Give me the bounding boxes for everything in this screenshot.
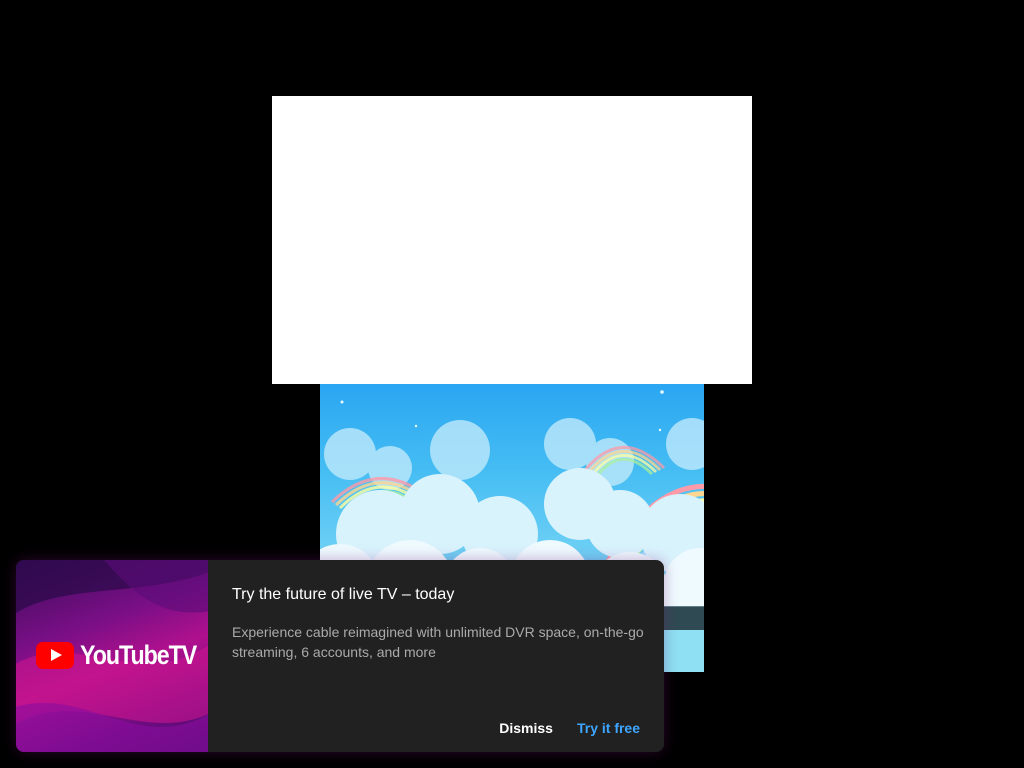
try-it-free-button[interactable]: Try it free [577,720,640,736]
promo-description: Experience cable reimagined with unlimit… [232,624,644,660]
youtube-tv-logo: YouTubeTV [36,640,208,671]
youtube-tv-promo-card: YouTubeTV Try the future of live TV – to… [16,560,664,752]
promo-artwork: YouTubeTV [16,560,208,752]
promo-title: Try the future of live TV – today [232,586,455,603]
promo-actions: Dismiss Try it free [499,720,640,736]
promo-content: Try the future of live TV – today Experi… [232,560,644,752]
blank-white-panel [272,96,752,384]
page: YouTubeTV Try the future of live TV – to… [0,0,1024,768]
logo-wordmark: YouTubeTV [80,640,197,670]
dismiss-button[interactable]: Dismiss [499,720,553,736]
play-icon [36,642,74,669]
